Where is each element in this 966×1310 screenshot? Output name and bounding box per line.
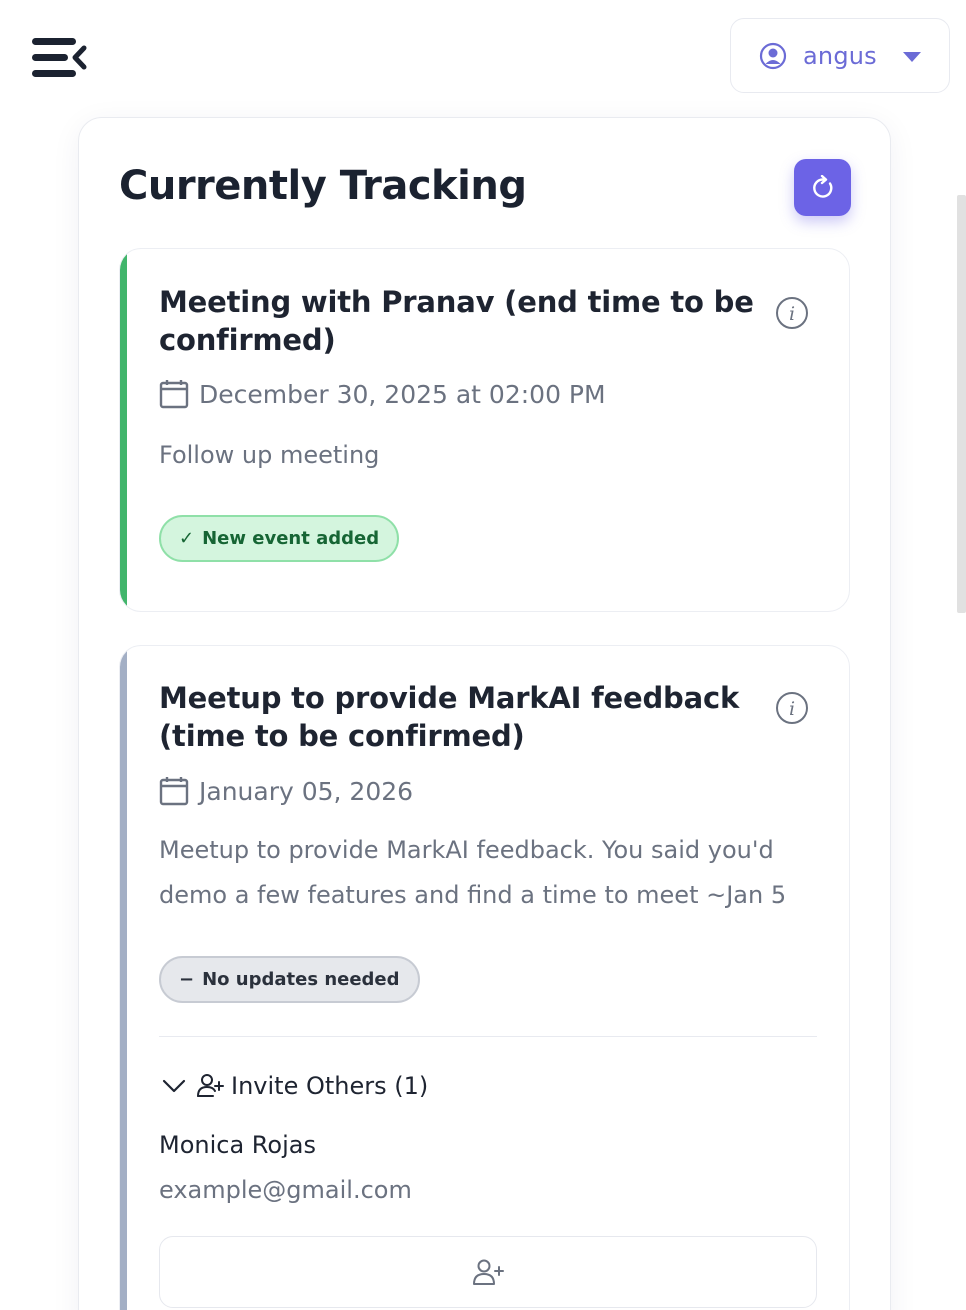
invitee-email: example@gmail.com (159, 1176, 412, 1204)
event-title: Meeting with Pranav (end time to be conf… (159, 285, 754, 357)
menu-button[interactable] (30, 36, 88, 80)
status-label: New event added (202, 528, 380, 549)
info-icon[interactable]: i (775, 691, 809, 725)
add-user-icon (195, 1071, 225, 1101)
info-icon[interactable]: i (775, 296, 809, 330)
invitee-name: Monica Rojas (159, 1131, 316, 1159)
user-name: angus (803, 41, 877, 70)
invite-others-label: Invite Others (1) (231, 1072, 429, 1100)
scrollbar[interactable] (957, 195, 966, 613)
check-icon: ✓ (179, 528, 195, 549)
status-badge: ✓ New event added (159, 515, 400, 562)
chevron-down-icon (161, 1073, 187, 1099)
refresh-icon (812, 174, 832, 198)
event-date: January 05, 2026 (199, 776, 414, 806)
event-card: Meeting with Pranav (end time to be conf… (119, 248, 850, 612)
minus-icon: − (179, 969, 195, 990)
caret-down-icon (903, 52, 921, 62)
invite-others-toggle[interactable]: Invite Others (1) (161, 1071, 428, 1101)
page-title: Currently Tracking (119, 163, 527, 209)
event-date: December 30, 2025 at 02:00 PM (199, 379, 606, 409)
user-dropdown[interactable]: angus (730, 18, 950, 93)
calendar-icon (159, 776, 189, 806)
event-description: Follow up meeting (159, 441, 380, 469)
calendar-icon (159, 379, 189, 409)
refresh-button[interactable] (794, 159, 851, 216)
menu-collapse-icon (32, 38, 87, 77)
user-circle-icon (759, 42, 787, 70)
svg-text:i: i (789, 698, 795, 720)
event-card: Meetup to provide MarkAI feedback (time … (119, 645, 850, 1310)
status-label: No updates needed (202, 969, 400, 990)
divider (159, 1036, 817, 1037)
tracking-panel: Currently Tracking Meeting with Pranav (… (78, 117, 891, 1310)
event-date-row: January 05, 2026 (159, 776, 413, 806)
status-badge: − No updates needed (159, 956, 420, 1003)
event-date-row: December 30, 2025 at 02:00 PM (159, 379, 606, 409)
event-description: Meetup to provide MarkAI feedback. You s… (159, 836, 787, 909)
svg-text:i: i (789, 303, 795, 325)
add-user-icon (473, 1259, 504, 1285)
add-invitee-button[interactable] (159, 1236, 817, 1308)
event-title: Meetup to provide MarkAI feedback (time … (159, 681, 740, 753)
